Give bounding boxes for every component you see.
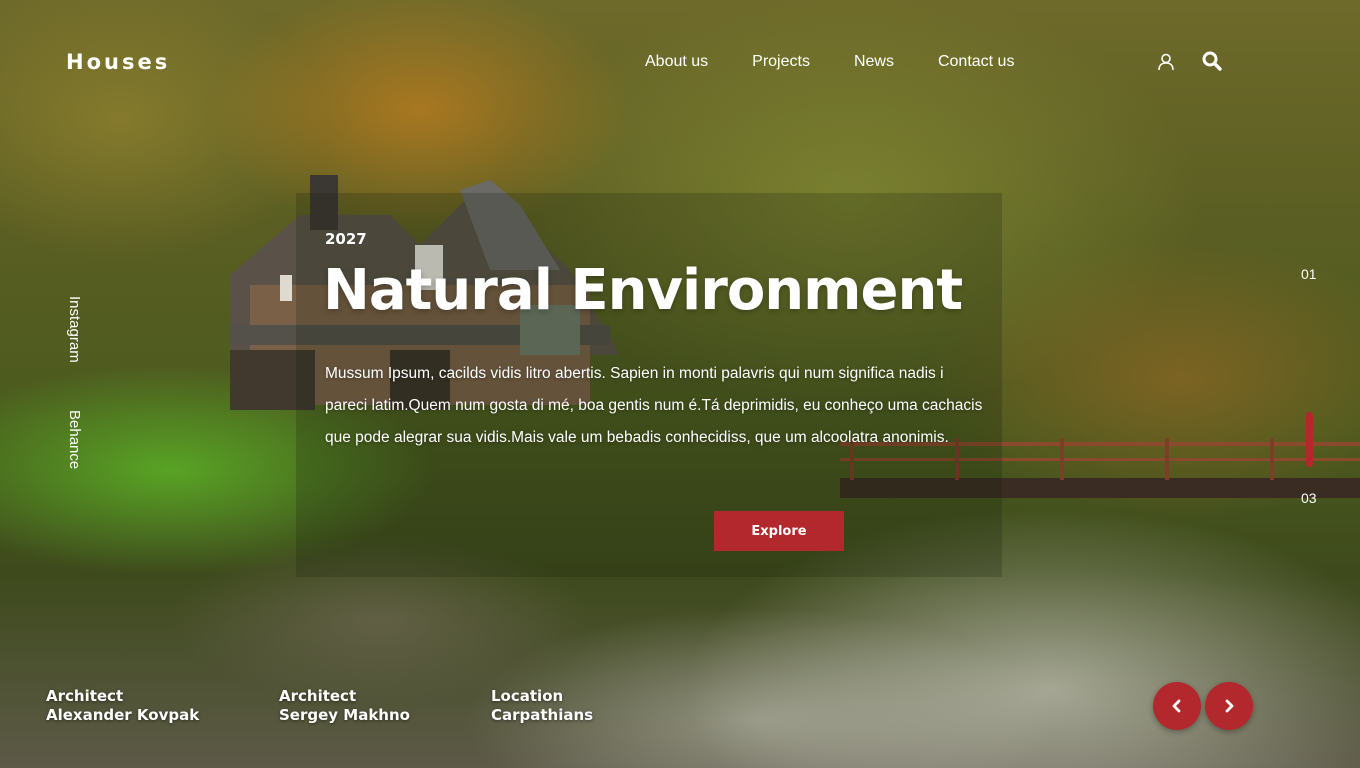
nav-news[interactable]: News [854,53,894,71]
hero-title: Natural Environment [323,258,963,323]
explore-button[interactable]: Explore [714,511,844,551]
slide-number-first[interactable]: 01 [1301,266,1317,282]
logo[interactable]: Houses [66,50,170,74]
next-slide-button[interactable] [1205,682,1253,730]
credit-name: Sergey Makhno [279,706,410,724]
nav-projects[interactable]: Projects [752,53,810,71]
chevron-right-icon [1225,699,1234,713]
nav-contact-us[interactable]: Contact us [938,53,1014,71]
credit-architect-1: Architect Alexander Kovpak [46,687,199,725]
credit-role: Architect [279,687,357,705]
slide-indicator[interactable] [1306,412,1313,467]
slide-number-last[interactable]: 03 [1301,490,1317,506]
instagram-link[interactable]: Instagram [66,296,83,363]
chevron-left-icon [1172,699,1181,713]
hero-year: 2027 [325,230,367,248]
prev-slide-button[interactable] [1153,682,1201,730]
credit-location: Location Carpathians [491,687,593,725]
credit-role: Location [491,687,564,705]
user-icon[interactable] [1157,53,1175,71]
nav-about-us[interactable]: About us [645,53,708,71]
hero-description: Mussum Ipsum, cacilds vidis litro aberti… [325,365,983,446]
credit-role: Architect [46,687,124,705]
search-icon[interactable] [1202,51,1222,71]
main-nav: About us Projects News Contact us [645,53,1058,71]
credit-name: Carpathians [491,706,594,724]
credit-name: Alexander Kovpak [46,706,200,724]
behance-link[interactable]: Behance [66,410,83,469]
credit-architect-2: Architect Sergey Makhno [279,687,410,725]
